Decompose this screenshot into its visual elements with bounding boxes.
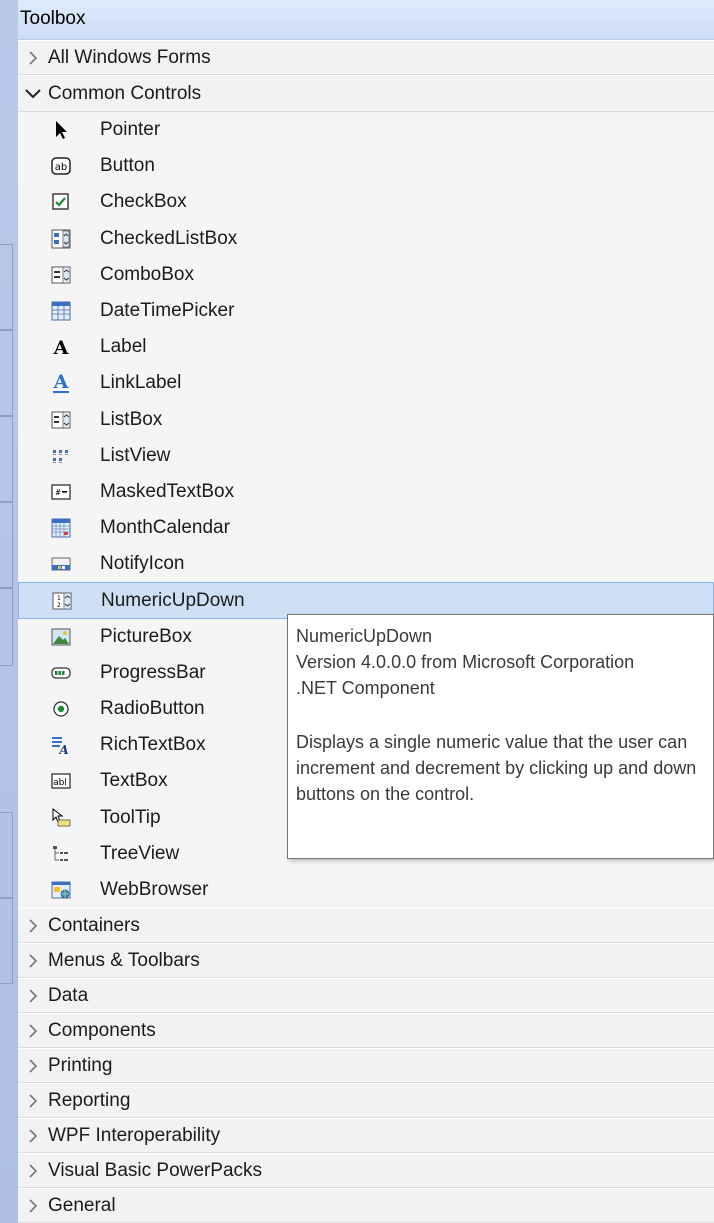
listview-icon: [49, 445, 73, 467]
webbrowser-icon: [49, 879, 73, 901]
toolbox-title: Toolbox: [18, 0, 714, 40]
group-wpf-interoperability[interactable]: WPF Interoperability: [18, 1118, 714, 1154]
group-label: General: [48, 1194, 116, 1216]
radiobutton-icon: [49, 698, 73, 720]
toolbox-item-monthcalendar[interactable]: MonthCalendar: [18, 510, 714, 546]
group-reporting[interactable]: Reporting: [18, 1083, 714, 1119]
toolbox-item-pointer[interactable]: Pointer: [18, 112, 714, 148]
toolbox-item-listview[interactable]: ListView: [18, 438, 714, 474]
button-icon: ab: [49, 155, 73, 177]
tooltip-description: Displays a single numeric value that the…: [296, 732, 697, 804]
chevron-right-icon: [18, 989, 48, 1003]
chevron-right-icon: [18, 1024, 48, 1038]
group-all-windows-forms[interactable]: All Windows Forms: [18, 40, 714, 75]
checkedlistbox-icon: [49, 228, 73, 250]
checkbox-icon: [49, 191, 73, 213]
tooltip-title: NumericUpDown: [296, 626, 433, 646]
toolbox-item-datetimepicker[interactable]: DateTimePicker: [18, 293, 714, 329]
chevron-right-icon: [18, 1094, 48, 1108]
group-label: Reporting: [48, 1089, 131, 1111]
group-printing[interactable]: Printing: [18, 1048, 714, 1084]
pointer-icon: [49, 119, 73, 141]
toolbox-item-button[interactable]: ab Button: [18, 148, 714, 184]
toolbox-panel: Toolbox All Windows Forms Common Control…: [18, 0, 714, 1223]
item-tooltip: NumericUpDown Version 4.0.0.0 from Micro…: [287, 614, 714, 859]
svg-text:1: 1: [57, 595, 61, 602]
tooltip-version: Version 4.0.0.0 from Microsoft Corporati…: [296, 652, 635, 672]
richtextbox-icon: A: [49, 734, 73, 756]
docked-tab[interactable]: [0, 812, 13, 898]
svg-text:A: A: [58, 743, 68, 755]
group-label: Menus & Toolbars: [48, 949, 200, 971]
label-icon: A: [49, 336, 73, 358]
svg-text:ab: ab: [55, 162, 67, 173]
toolbox-item-listbox[interactable]: ListBox: [18, 402, 714, 438]
docked-panel-strip: [0, 0, 18, 1223]
toolbox-item-checkedlistbox[interactable]: CheckedListBox: [18, 221, 714, 257]
svg-text:A: A: [53, 372, 69, 393]
chevron-right-icon: [18, 1199, 48, 1213]
linklabel-icon: A: [49, 372, 73, 394]
group-label: Printing: [48, 1054, 113, 1076]
group-data[interactable]: Data: [18, 978, 714, 1014]
group-label: Components: [48, 1019, 156, 1041]
group-label: All Windows Forms: [48, 46, 211, 68]
chevron-right-icon: [18, 954, 48, 968]
docked-tab[interactable]: [0, 898, 13, 984]
group-common-controls[interactable]: Common Controls: [18, 75, 714, 112]
chevron-down-icon: [18, 88, 48, 100]
docked-tab[interactable]: [0, 416, 13, 502]
svg-text:abl: abl: [53, 778, 67, 788]
svg-text:A: A: [53, 337, 69, 357]
toolbox-item-combobox[interactable]: ComboBox: [18, 257, 714, 293]
group-components[interactable]: Components: [18, 1013, 714, 1049]
chevron-right-icon: [18, 1059, 48, 1073]
group-visual-basic-powerpacks[interactable]: Visual Basic PowerPacks: [18, 1153, 714, 1189]
toolbox-item-notifyicon[interactable]: NotifyIcon: [18, 546, 714, 582]
toolbox-item-label[interactable]: A Label: [18, 329, 714, 365]
group-label: Data: [48, 984, 89, 1006]
docked-tab[interactable]: [0, 588, 13, 666]
toolbox-item-checkbox[interactable]: CheckBox: [18, 184, 714, 220]
treeview-icon: [49, 843, 73, 865]
group-general[interactable]: General: [18, 1188, 714, 1223]
docked-tab[interactable]: [0, 244, 13, 330]
progressbar-icon: [49, 662, 73, 684]
group-label: WPF Interoperability: [48, 1124, 221, 1146]
toolbox-item-linklabel[interactable]: A LinkLabel: [18, 365, 714, 401]
docked-tab[interactable]: [0, 502, 13, 588]
monthcalendar-icon: [49, 517, 73, 539]
group-label: Common Controls: [48, 82, 202, 104]
svg-text:#: #: [56, 488, 61, 497]
group-containers[interactable]: Containers: [18, 908, 714, 944]
chevron-right-icon: [18, 1129, 48, 1143]
datetimepicker-icon: [49, 300, 73, 322]
group-label: Visual Basic PowerPacks: [48, 1159, 263, 1181]
notifyicon-icon: [49, 553, 73, 575]
combobox-icon: [49, 264, 73, 286]
toolbox-item-webbrowser[interactable]: WebBrowser: [18, 872, 714, 908]
tooltip-icon: [49, 807, 73, 829]
group-menus-toolbars[interactable]: Menus & Toolbars: [18, 943, 714, 979]
toolbox-item-maskedtextbox[interactable]: # MaskedTextBox: [18, 474, 714, 510]
picturebox-icon: [49, 626, 73, 648]
chevron-right-icon: [18, 919, 48, 933]
svg-text:2: 2: [57, 602, 61, 609]
maskedtextbox-icon: #: [49, 481, 73, 503]
numericupdown-icon: 12: [50, 590, 74, 612]
chevron-right-icon: [18, 1164, 48, 1178]
group-label: Containers: [48, 914, 140, 936]
chevron-right-icon: [18, 50, 48, 65]
textbox-icon: abl: [49, 770, 73, 792]
listbox-icon: [49, 409, 73, 431]
tooltip-kind: .NET Component: [296, 678, 435, 698]
docked-tab[interactable]: [0, 330, 13, 416]
